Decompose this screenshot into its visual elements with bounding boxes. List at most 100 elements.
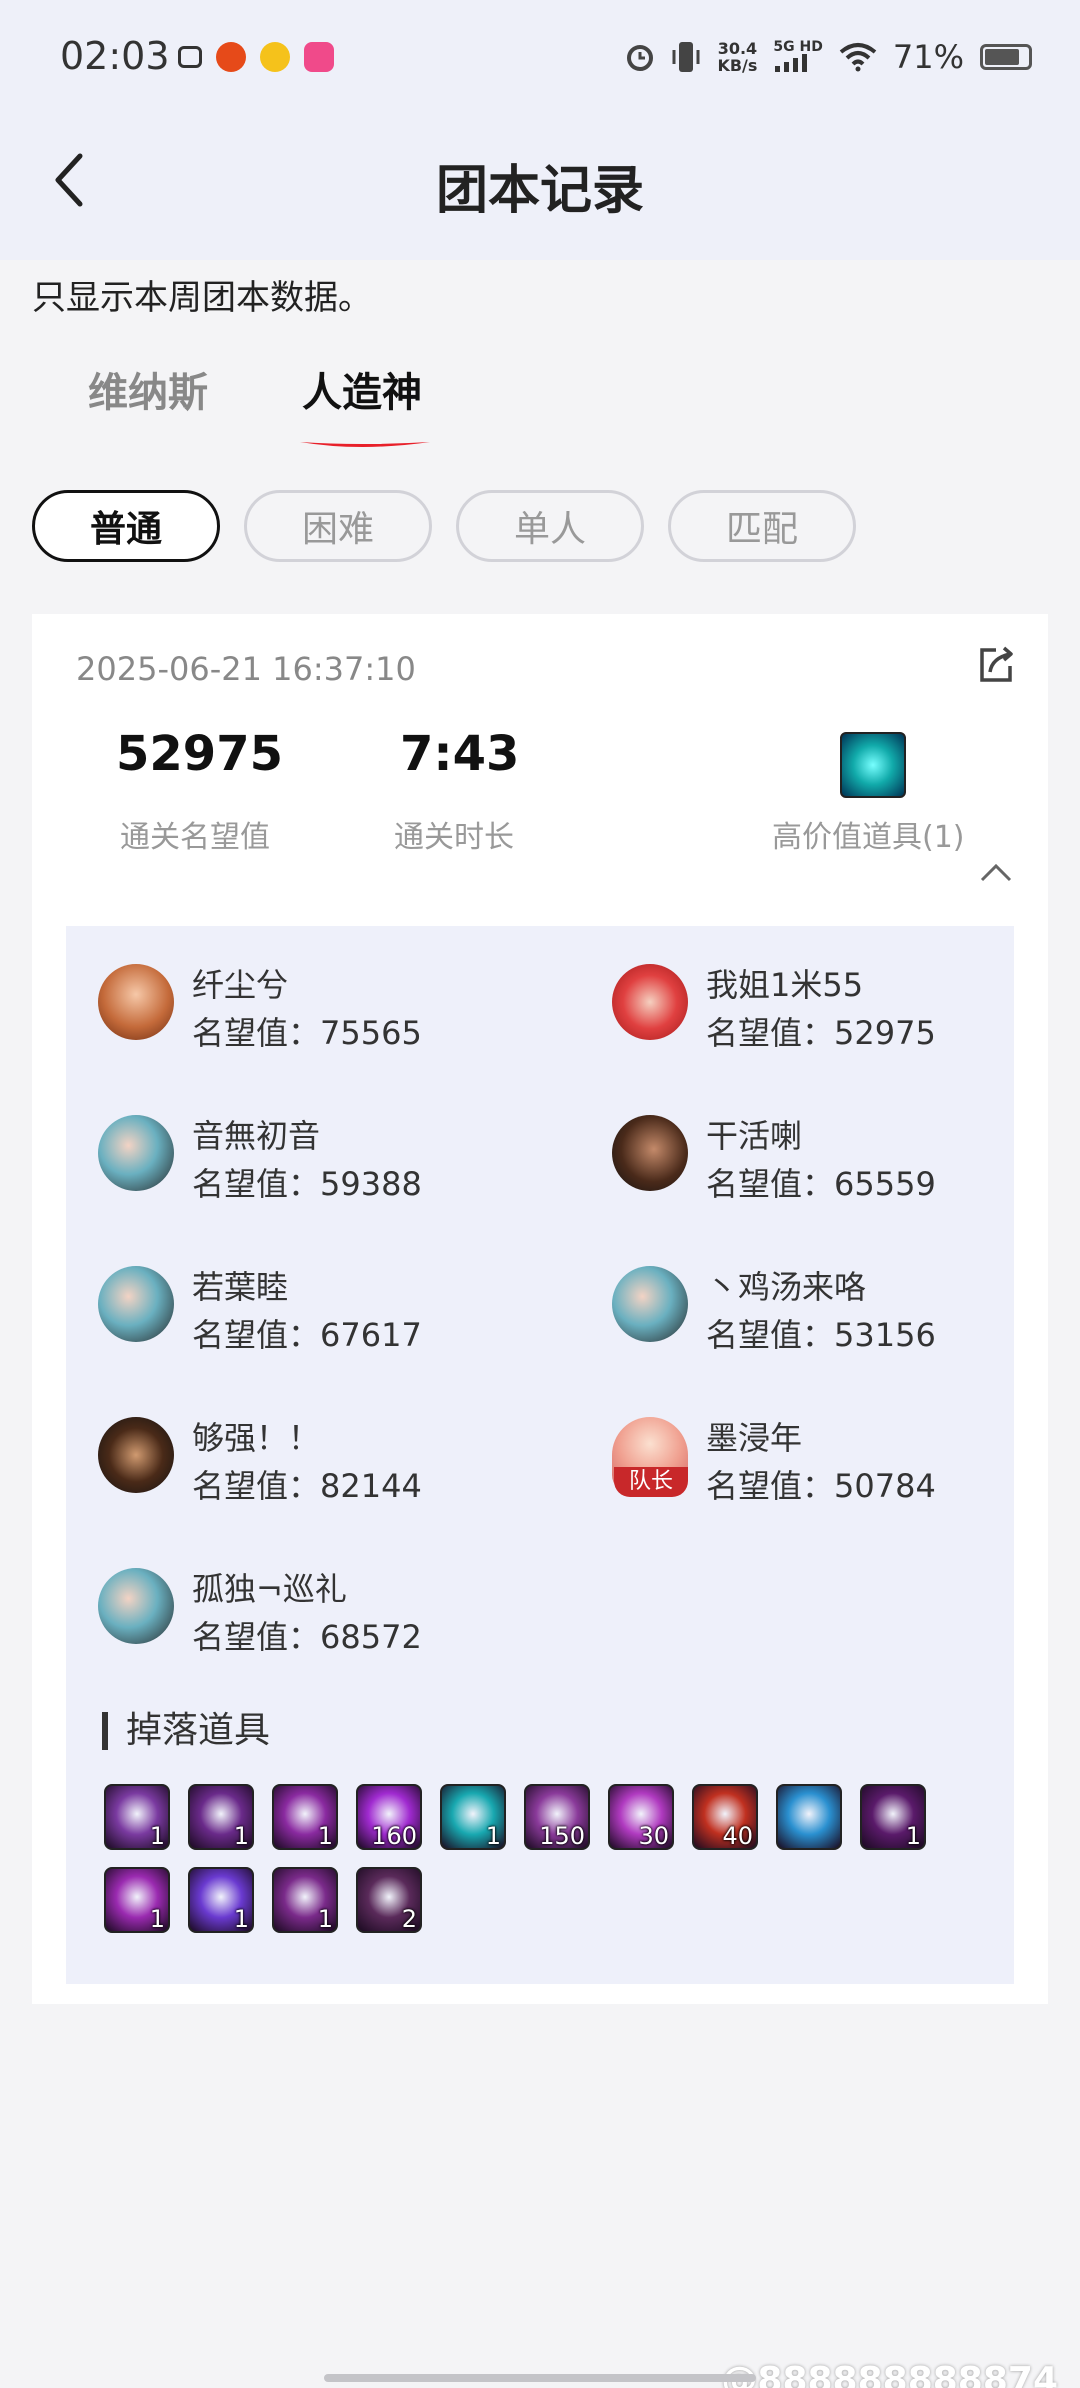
notification-icons — [178, 42, 334, 72]
purple-orb-icon[interactable]: 160 — [356, 1784, 422, 1850]
chevron-up-icon[interactable] — [978, 860, 1014, 884]
status-right: 30.4 KB/s 5G HD 71% — [625, 38, 1032, 76]
member-score: 名望值：82144 — [192, 1467, 422, 1505]
drop-items: 1 1 1 160 1 150 30 40 1 1 1 1 2 — [104, 1784, 1004, 1933]
share-icon[interactable] — [974, 642, 1018, 686]
member-item[interactable]: 够强！！ 名望值：82144 — [98, 1417, 538, 1517]
dark-orb-icon[interactable]: 30 — [608, 1784, 674, 1850]
fame-value: 52975 — [116, 726, 283, 782]
purple-spark-icon[interactable]: 1 — [104, 1867, 170, 1933]
time-value: 7:43 — [400, 726, 520, 782]
high-value-item-icon[interactable] — [840, 732, 906, 798]
battery-percent: 71% — [892, 38, 964, 76]
dark-gem-icon[interactable]: 1 — [860, 1784, 926, 1850]
member-item[interactable]: 我姐1米55 名望值：52975 — [612, 964, 1052, 1064]
item-count: 1 — [233, 1822, 249, 1850]
member-item[interactable]: 音無初音 名望值：59388 — [98, 1115, 538, 1215]
member-name: 丶鸡汤来咯 — [706, 1268, 867, 1306]
alarm-icon — [627, 45, 654, 71]
item-count: 40 — [722, 1822, 753, 1850]
item-count: 1 — [905, 1822, 921, 1850]
item-count: 2 — [401, 1905, 417, 1933]
member-score: 名望值：53156 — [706, 1316, 936, 1354]
week-note: 只显示本周团本数据。 — [32, 278, 372, 318]
member-item[interactable]: 干活喇 名望值：65559 — [612, 1115, 1052, 1215]
status-bar: 02:03 30.4 KB/s 5G HD 71% — [0, 0, 1080, 120]
member-name: 干活喇 — [706, 1117, 803, 1155]
blue-ticket-icon[interactable] — [776, 1784, 842, 1850]
chip-hard[interactable]: 困难 — [244, 490, 432, 562]
avatar — [98, 964, 174, 1040]
member-item[interactable]: 队长 墨浸年 名望值：50784 — [612, 1417, 1052, 1517]
chip-normal[interactable]: 普通 — [32, 490, 220, 562]
vibrate-icon — [672, 42, 700, 72]
time-label: 通关时长 — [394, 820, 514, 855]
member-item[interactable]: 孤独¬巡礼 名望值：68572 — [98, 1568, 538, 1668]
leader-badge: 队长 — [614, 1467, 688, 1497]
signal-icon — [775, 53, 808, 72]
member-item[interactable]: 丶鸡汤来咯 名望值：53156 — [612, 1266, 1052, 1366]
chip-solo[interactable]: 单人 — [456, 490, 644, 562]
crystal-item-icon[interactable]: 150 — [524, 1784, 590, 1850]
page-title: 团本记录 — [435, 161, 644, 221]
item-count: 1 — [317, 1822, 333, 1850]
home-indicator[interactable] — [324, 2374, 756, 2382]
watermark: @888888888874 — [721, 2360, 1058, 2388]
avatar — [612, 964, 688, 1040]
blue-swirl-icon[interactable]: 1 — [188, 1867, 254, 1933]
raid-tabs: 维纳斯 人造神 — [0, 360, 1080, 460]
member-item[interactable]: 纤尘兮 名望值：75565 — [98, 964, 538, 1064]
axe-item-icon[interactable]: 1 — [272, 1867, 338, 1933]
fame-label: 通关名望值 — [120, 820, 270, 855]
member-score: 名望值：75565 — [192, 1014, 422, 1052]
avatar — [98, 1115, 174, 1191]
root-item-icon[interactable]: 1 — [104, 1784, 170, 1850]
item-count: 160 — [371, 1822, 417, 1850]
yellow-app-icon — [260, 42, 290, 72]
member-name: 够强！！ — [192, 1419, 321, 1457]
member-name: 孤独¬巡礼 — [192, 1570, 347, 1608]
red-app-icon — [216, 42, 246, 72]
avatar — [98, 1417, 174, 1493]
members-panel: 纤尘兮 名望值：75565 我姐1米55 名望值：52975 音無初音 名望值：… — [66, 926, 1014, 1984]
record-datetime: 2025-06-21 16:37:10 — [76, 650, 416, 688]
avatar — [98, 1568, 174, 1644]
member-score: 名望值：59388 — [192, 1165, 422, 1203]
item-count: 30 — [638, 1822, 669, 1850]
item-count: 1 — [149, 1905, 165, 1933]
pink-app-icon — [304, 42, 334, 72]
member-name: 墨浸年 — [706, 1419, 803, 1457]
item-count: 1 — [317, 1905, 333, 1933]
member-score: 名望值：50784 — [706, 1467, 936, 1505]
network-type: 5G HD — [773, 40, 823, 75]
member-name: 若葉睦 — [192, 1268, 289, 1306]
member-score: 名望值：52975 — [706, 1014, 936, 1052]
member-name: 纤尘兮 — [192, 966, 289, 1004]
member-score: 名望值：68572 — [192, 1618, 422, 1656]
record-card: 2025-06-21 16:37:10 52975 通关名望值 7:43 通关时… — [32, 614, 1048, 2004]
fire-ring-icon[interactable]: 40 — [692, 1784, 758, 1850]
chip-match[interactable]: 匹配 — [668, 490, 856, 562]
item-count: 1 — [149, 1822, 165, 1850]
member-name: 我姐1米55 — [706, 966, 864, 1004]
avatar — [98, 1266, 174, 1342]
tv-app-icon — [178, 46, 202, 68]
box-item-icon[interactable]: 2 — [356, 1867, 422, 1933]
battery-icon — [980, 44, 1032, 70]
status-time: 02:03 — [60, 34, 170, 78]
horn-item-icon[interactable]: 1 — [188, 1784, 254, 1850]
cyan-gear-icon[interactable]: 1 — [440, 1784, 506, 1850]
top-area: 02:03 30.4 KB/s 5G HD 71% 团本记录 — [0, 0, 1080, 260]
tab-venus[interactable]: 维纳斯 — [88, 360, 208, 418]
difficulty-filter: 普通 困难 单人 匹配 — [32, 490, 856, 562]
member-score: 名望值：65559 — [706, 1165, 936, 1203]
tab-active-indicator — [300, 442, 430, 447]
wifi-icon — [839, 43, 877, 72]
tab-artificial-god[interactable]: 人造神 — [302, 360, 422, 418]
item-count: 1 — [233, 1905, 249, 1933]
avatar — [612, 1266, 688, 1342]
horn-item-icon[interactable]: 1 — [272, 1784, 338, 1850]
item-count: 1 — [485, 1822, 501, 1850]
member-item[interactable]: 若葉睦 名望值：67617 — [98, 1266, 538, 1366]
item-count: 150 — [539, 1822, 585, 1850]
